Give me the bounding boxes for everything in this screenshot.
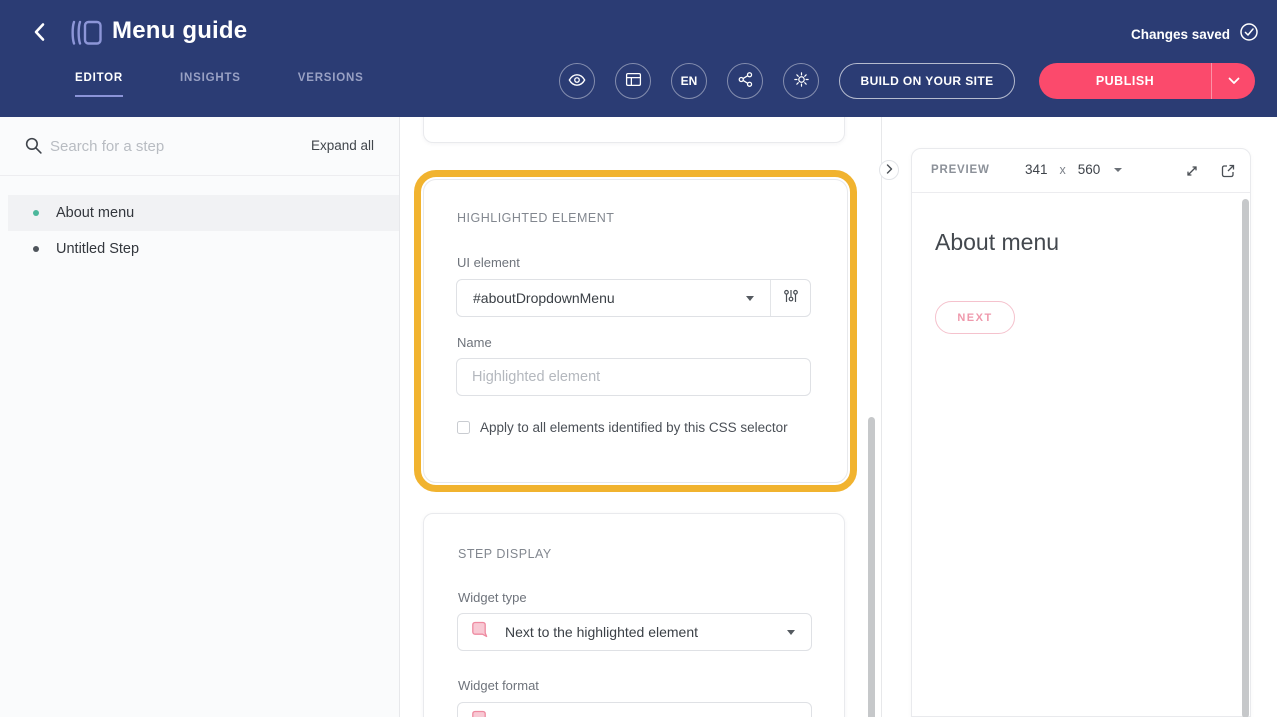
element-options-button[interactable]	[771, 280, 810, 316]
viewport-size-separator: x	[1060, 163, 1066, 177]
content-area: Expand all About menu Untitled Step HIGH…	[0, 117, 1277, 717]
save-status: Changes saved	[1131, 22, 1259, 47]
viewport-size-select[interactable]: 341 x 560	[1025, 162, 1122, 177]
settings-button[interactable]	[783, 63, 819, 99]
name-label: Name	[457, 335, 492, 350]
chevron-right-icon	[886, 161, 893, 179]
preview-panel: PREVIEW 341 x 560 Abou	[911, 148, 1251, 717]
ui-element-select[interactable]: #aboutDropdownMenu	[456, 279, 811, 317]
publish-split-button: PUBLISH	[1039, 63, 1255, 99]
widget-format-label: Widget format	[458, 678, 539, 693]
tooltip-bubble-icon	[470, 709, 490, 717]
tab-versions[interactable]: VERSIONS	[298, 72, 364, 97]
header-tool-buttons: EN	[559, 63, 819, 99]
page-title: Menu guide	[112, 17, 247, 45]
editor-tab-bar: EDITOR INSIGHTS VERSIONS	[75, 72, 364, 97]
widget-type-select[interactable]: Next to the highlighted element	[457, 613, 812, 651]
step-editor-column: HIGHLIGHTED ELEMENT UI element #aboutDro…	[400, 117, 881, 717]
apply-all-checkbox[interactable]	[457, 421, 470, 434]
share-icon	[737, 71, 754, 91]
section-title: STEP DISPLAY	[458, 547, 552, 561]
widget-type-value: Next to the highlighted element	[505, 624, 698, 640]
step-item-label: Untitled Step	[56, 241, 139, 257]
step-list: About menu Untitled Step	[0, 176, 399, 267]
step-item-label: About menu	[56, 205, 134, 221]
build-on-your-site-button[interactable]: BUILD ON YOUR SITE	[839, 63, 1015, 99]
step-search-row: Expand all	[0, 117, 399, 176]
step-display-card: STEP DISPLAY Widget type Next to the hig…	[423, 513, 845, 717]
collapse-preview-button[interactable]	[879, 160, 899, 180]
caret-down-icon	[787, 630, 795, 635]
caret-down-icon	[1114, 168, 1122, 172]
open-external-icon	[1220, 166, 1236, 183]
preview-title: PREVIEW	[931, 164, 990, 176]
previous-settings-card	[423, 117, 845, 143]
step-dot-icon	[33, 210, 39, 216]
preview-header: PREVIEW 341 x 560	[912, 149, 1250, 193]
steps-sidebar: Expand all About menu Untitled Step	[0, 117, 400, 717]
back-button[interactable]	[26, 21, 52, 47]
apply-all-row: Apply to all elements identified by this…	[457, 420, 788, 435]
language-label: EN	[681, 74, 698, 88]
highlighted-element-card-highlight-ring: HIGHLIGHTED ELEMENT UI element #aboutDro…	[414, 170, 857, 492]
editor-scrollbar[interactable]	[868, 417, 875, 717]
tab-editor[interactable]: EDITOR	[75, 72, 123, 97]
preview-eye-button[interactable]	[559, 63, 595, 99]
expand-preview-button[interactable]	[1184, 163, 1200, 184]
ui-element-label: UI element	[457, 255, 520, 270]
share-button[interactable]	[727, 63, 763, 99]
eye-icon	[568, 71, 586, 92]
top-navbar: Menu guide Changes saved EDITOR INSIGHTS…	[0, 0, 1277, 117]
apply-all-label: Apply to all elements identified by this…	[480, 420, 788, 435]
app-screen: Menu guide Changes saved EDITOR INSIGHTS…	[0, 0, 1277, 717]
chevron-down-icon	[1228, 72, 1240, 90]
name-input[interactable]	[456, 358, 811, 396]
section-title: HIGHLIGHTED ELEMENT	[457, 211, 614, 225]
gear-icon	[793, 71, 810, 91]
publish-dropdown-button[interactable]	[1211, 63, 1255, 99]
search-icon	[24, 136, 43, 160]
widget-format-select[interactable]	[457, 702, 812, 717]
viewport-height-value: 560	[1078, 162, 1101, 177]
language-button[interactable]: EN	[671, 63, 707, 99]
layout-icon	[625, 71, 642, 91]
step-item-untitled-step[interactable]: Untitled Step	[8, 231, 399, 267]
widget-type-label: Widget type	[458, 590, 527, 605]
publish-button[interactable]: PUBLISH	[1039, 63, 1211, 99]
open-preview-button[interactable]	[1220, 163, 1236, 184]
check-circle-icon	[1239, 22, 1259, 47]
caret-down-icon	[746, 296, 754, 301]
step-dot-icon	[33, 246, 39, 252]
preview-step-title: About menu	[935, 229, 1059, 256]
viewport-width-value: 341	[1025, 162, 1048, 177]
tooltip-bubble-icon	[470, 620, 490, 644]
guide-logo-icon	[68, 18, 104, 53]
expand-all-link[interactable]: Expand all	[311, 138, 374, 153]
highlighted-element-card: HIGHLIGHTED ELEMENT UI element #aboutDro…	[423, 179, 848, 483]
step-item-about-menu[interactable]: About menu	[8, 195, 399, 231]
preview-next-button[interactable]: NEXT	[935, 301, 1015, 334]
save-status-label: Changes saved	[1131, 27, 1230, 42]
expand-arrows-icon	[1184, 166, 1200, 183]
layout-button[interactable]	[615, 63, 651, 99]
step-search-input[interactable]	[50, 132, 250, 160]
chevron-left-icon	[32, 22, 46, 47]
ui-element-value: #aboutDropdownMenu	[473, 290, 615, 306]
preview-scrollbar[interactable]	[1242, 199, 1249, 717]
panel-divider	[881, 117, 882, 717]
tab-insights[interactable]: INSIGHTS	[180, 72, 241, 97]
sliders-icon	[783, 288, 799, 309]
